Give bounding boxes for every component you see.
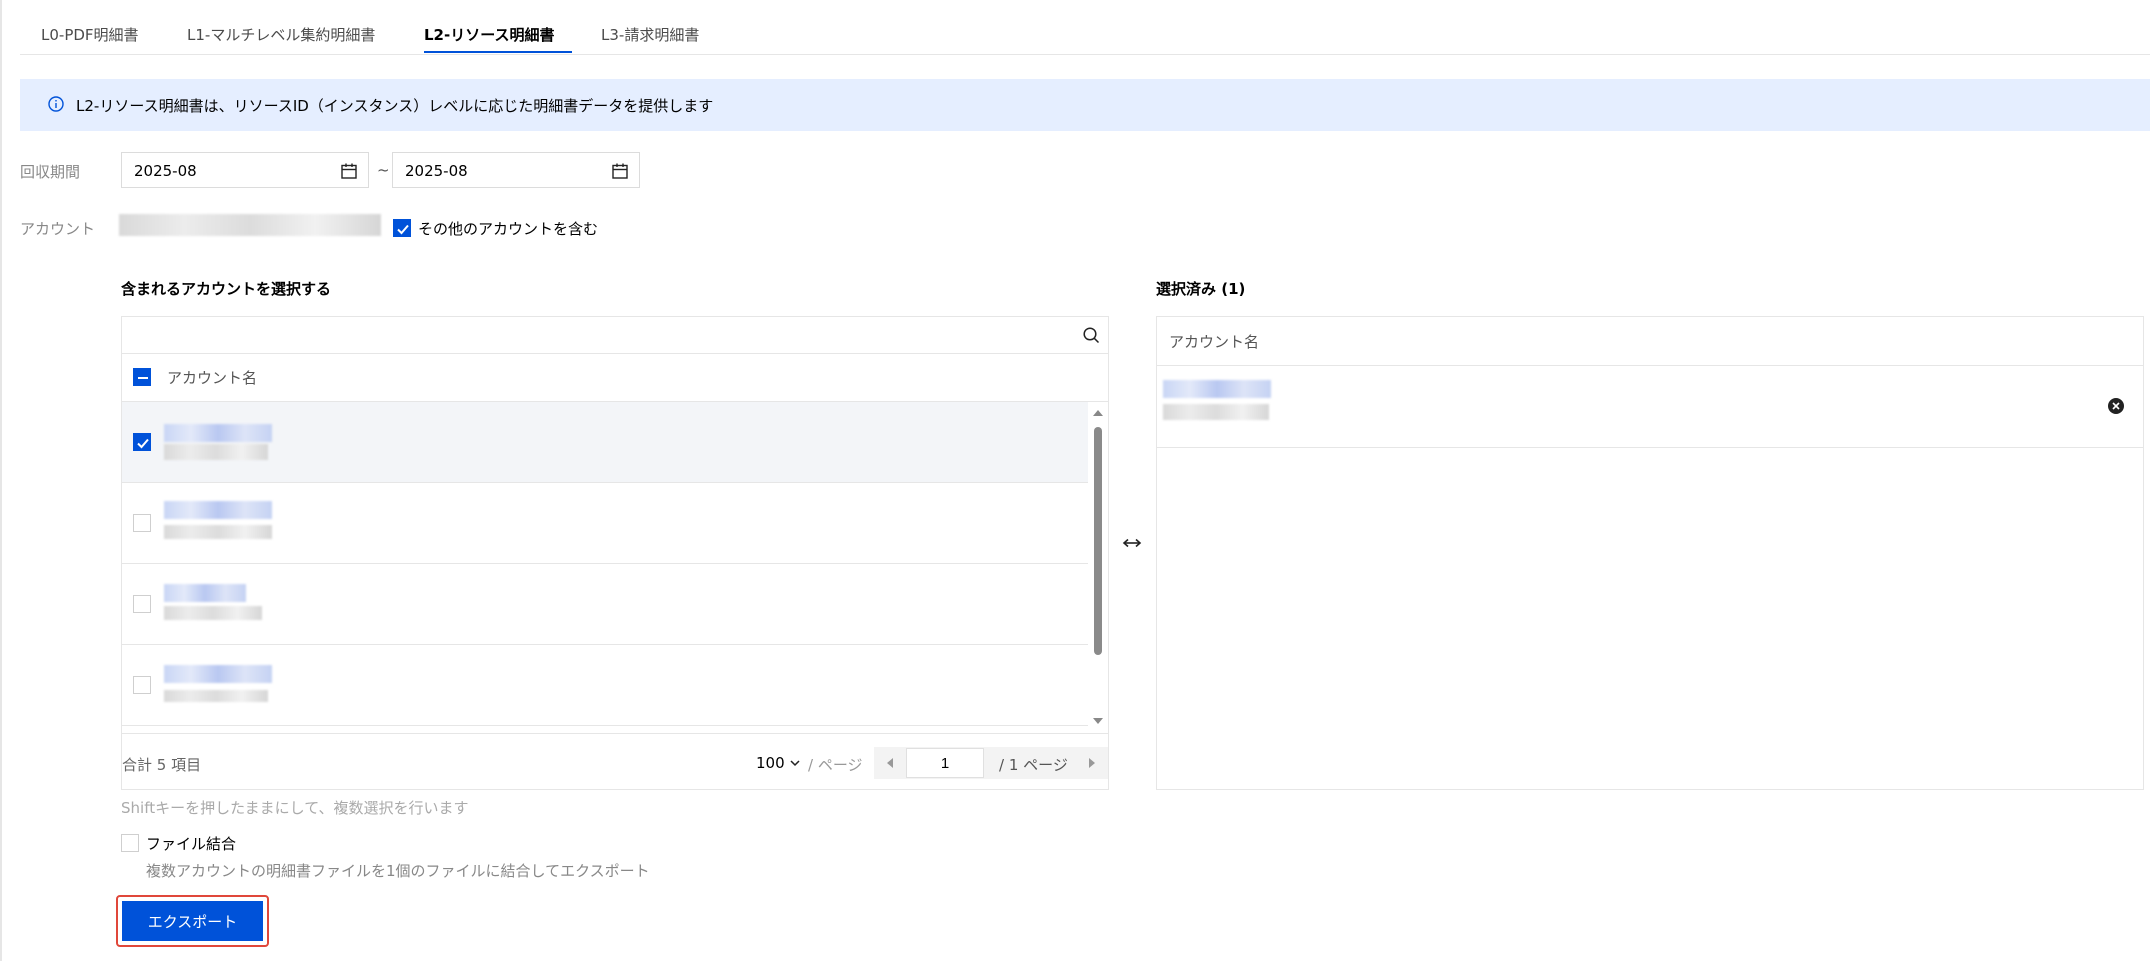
selected-column-header: アカウント名 [1169,333,1260,351]
end-date-picker[interactable]: 2025-08 [392,152,640,188]
account-name-redacted [164,424,272,442]
list-header: アカウント名 [122,353,1108,402]
row-checkbox[interactable] [133,433,151,451]
chevron-down-icon [790,760,800,767]
multi-select-hint: Shiftキーを押したままにして、複数選択を行います [121,799,469,817]
per-page-label: / ページ [808,756,863,774]
merge-files-label: ファイル結合 [146,835,237,853]
list-scrollbar[interactable] [1092,403,1104,733]
page-size-value: 100 [756,754,785,772]
left-panel-title: 含まれるアカウントを選択する [121,280,332,298]
account-selector-redacted[interactable] [119,214,381,236]
info-icon [48,96,64,112]
account-name-redacted [164,501,272,519]
include-others-checkbox[interactable] [393,219,411,237]
page-root: L0-PDF明細書 L1-マルチレベル集約明細書 L2-リソース明細書 L3-請… [0,0,2150,961]
list-item[interactable] [122,402,1088,483]
period-label: 回収期間 [20,163,81,181]
transfer-icon [1122,538,1142,548]
pager: / 1 ページ [874,747,1108,779]
next-arrow-icon [1089,758,1095,768]
select-all-checkbox[interactable] [133,368,151,386]
merge-files-description: 複数アカウントの明細書ファイルを1個のファイルに結合してエクスポート [146,862,650,880]
account-name-column-header: アカウント名 [167,369,258,387]
list-item[interactable] [122,483,1088,564]
selected-item [1157,366,2143,448]
calendar-icon [612,163,628,179]
tab-l1-aggregate[interactable]: L1-マルチレベル集約明細書 [187,24,375,45]
search-input[interactable] [122,317,1062,353]
scroll-thumb[interactable] [1094,427,1102,655]
account-name-redacted [164,665,272,683]
left-border [0,0,2,961]
page-size-select[interactable]: 100 [756,754,801,772]
active-tab-indicator [424,51,572,53]
total-count: 合計 5 項目 [122,756,202,774]
search-row [122,317,1108,354]
account-id-redacted [164,525,272,539]
prev-page-button[interactable] [874,747,906,779]
export-highlight: エクスポート [116,895,269,947]
tab-l2-resource[interactable]: L2-リソース明細書 [424,24,554,45]
minus-icon [138,377,148,379]
account-id-redacted [164,444,268,460]
merge-files-checkbox[interactable] [121,834,139,852]
check-icon [137,438,149,449]
account-id-redacted [164,690,268,702]
account-id-redacted [1163,404,1269,420]
row-checkbox[interactable] [133,595,151,613]
scroll-down-icon[interactable] [1092,715,1104,727]
current-page-input[interactable] [906,748,984,778]
list-item[interactable] [122,564,1088,645]
account-id-redacted [164,606,262,620]
date-range-separator: ~ [377,161,390,179]
info-banner: L2-リソース明細書は、リソースID（インスタンス）レベルに応じた明細書データを… [20,79,2150,131]
remove-icon[interactable] [2107,397,2125,415]
available-accounts-panel: アカウント名 合計 5 項目 100 / ページ 1 / 1 ページ [121,316,1109,790]
check-icon [397,224,409,235]
next-page-button[interactable] [1076,747,1108,779]
row-checkbox[interactable] [133,514,151,532]
account-label: アカウント [20,220,96,238]
prev-arrow-icon [887,758,893,768]
account-name-redacted [164,584,246,602]
calendar-icon [341,163,357,179]
tab-bar: L0-PDF明細書 L1-マルチレベル集約明細書 L2-リソース明細書 L3-請… [20,0,2150,55]
pagination-footer: 合計 5 項目 100 / ページ / 1 ページ [122,733,1108,790]
row-checkbox[interactable] [133,676,151,694]
account-name-redacted [1163,380,1271,398]
list-item[interactable] [122,645,1088,726]
scroll-up-icon[interactable] [1092,407,1104,419]
include-others-label: その他のアカウントを含む [418,220,599,238]
total-pages-label: / 1 ページ [999,756,1068,774]
export-button[interactable]: エクスポート [122,901,263,941]
tab-l0-pdf[interactable]: L0-PDF明細書 [41,24,139,45]
right-panel-title: 選択済み (1) [1156,280,1246,298]
start-date-value: 2025-08 [134,162,197,180]
selected-accounts-panel: アカウント名 [1156,316,2144,790]
tab-l3-billing[interactable]: L3-請求明細書 [601,24,699,45]
info-banner-text: L2-リソース明細書は、リソースID（インスタンス）レベルに応じた明細書データを… [76,97,714,115]
search-icon[interactable] [1082,326,1100,344]
start-date-picker[interactable]: 2025-08 [121,152,369,188]
end-date-value: 2025-08 [405,162,468,180]
